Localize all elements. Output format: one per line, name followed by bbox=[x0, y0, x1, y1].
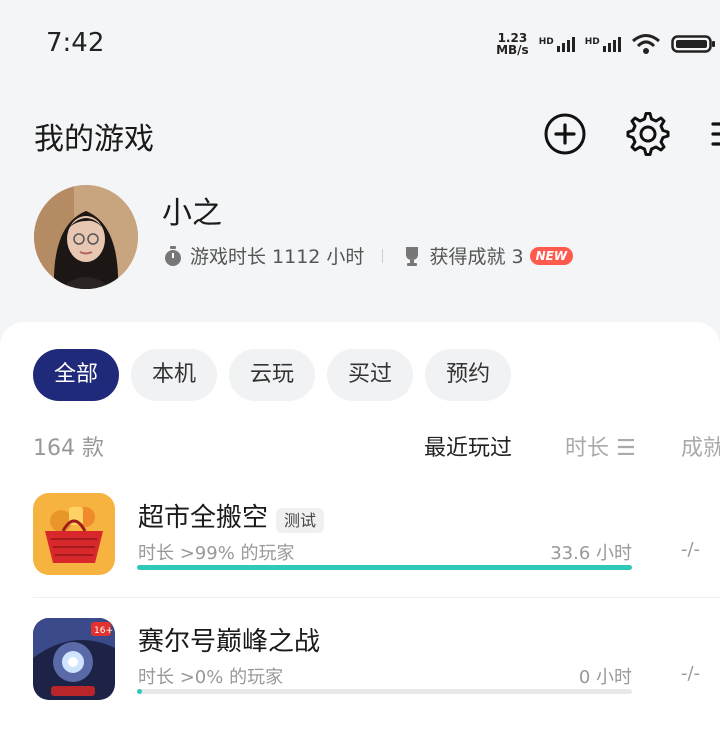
game-hours: 0 小时 bbox=[578, 667, 632, 688]
game-achievement: -/- bbox=[681, 663, 701, 684]
user-photo-icon bbox=[34, 185, 138, 289]
playtime-label: 游戏时长 1112 小时 bbox=[190, 246, 365, 268]
filter-tabs: 全部 本机 云玩 买过 预约 bbox=[33, 349, 512, 401]
shopping-basket-icon bbox=[33, 493, 115, 575]
page-title: 我的游戏 bbox=[34, 122, 154, 157]
tab-all[interactable]: 全部 bbox=[33, 349, 120, 401]
sort-achievement[interactable]: 成就 bbox=[681, 430, 720, 462]
menu-button[interactable] bbox=[705, 112, 720, 156]
playtime-progress-fill bbox=[137, 689, 142, 694]
game-name: 超市全搬空 bbox=[138, 503, 269, 533]
game-name: 赛尔号巅峰之战 bbox=[138, 627, 321, 657]
game-subtitle: 时长 >99% 的玩家 bbox=[138, 543, 295, 564]
gear-icon bbox=[626, 112, 670, 156]
playtime-progress-fill bbox=[137, 565, 632, 570]
signal-icon-1: HD bbox=[538, 36, 575, 52]
tab-local[interactable]: 本机 bbox=[131, 349, 218, 401]
achievements-label[interactable]: 获得成就 3 bbox=[429, 242, 523, 269]
game-achievement: -/- bbox=[681, 539, 701, 560]
tab-reserved[interactable]: 预约 bbox=[425, 349, 512, 401]
row-divider bbox=[33, 597, 720, 598]
avatar[interactable] bbox=[34, 185, 138, 289]
tab-cloud[interactable]: 云玩 bbox=[229, 349, 316, 401]
game-hours: 33.6 小时 bbox=[550, 543, 632, 564]
new-badge: NEW bbox=[529, 246, 574, 265]
svg-text:16+: 16+ bbox=[94, 626, 113, 636]
signal-icon-2: HD bbox=[584, 36, 621, 52]
battery-icon bbox=[670, 35, 715, 53]
hd-label: HD bbox=[538, 36, 554, 47]
robot-game-icon: 16+ bbox=[33, 618, 115, 700]
test-badge: 测试 bbox=[276, 507, 325, 533]
game-subtitle: 时长 >0% 的玩家 bbox=[138, 667, 284, 688]
status-time: 7:42 bbox=[46, 28, 105, 58]
tab-purchased[interactable]: 买过 bbox=[327, 349, 414, 401]
menu-icon bbox=[711, 122, 720, 146]
stopwatch-icon bbox=[165, 245, 181, 266]
sort-recent[interactable]: 最近玩过 bbox=[424, 430, 512, 462]
add-button[interactable] bbox=[543, 112, 587, 156]
add-icon bbox=[544, 113, 586, 155]
wifi-icon bbox=[631, 34, 660, 54]
game-count: 164 款 bbox=[33, 436, 104, 461]
game-icon[interactable]: 16+ bbox=[33, 618, 115, 700]
game-title[interactable]: 赛尔号巅峰之战 bbox=[138, 621, 320, 658]
network-speed: 1.23 MB/s bbox=[496, 32, 529, 56]
playtime-progress bbox=[137, 565, 632, 570]
playtime-progress bbox=[137, 689, 632, 694]
profile-stats: 游戏时长 1112 小时 获得成就 3 NEW bbox=[162, 242, 574, 269]
sort-duration[interactable]: 时长 ☰ bbox=[565, 430, 636, 462]
username: 小之 bbox=[162, 196, 222, 231]
settings-button[interactable] bbox=[626, 112, 670, 156]
divider bbox=[382, 248, 384, 263]
trophy-icon bbox=[406, 246, 419, 266]
network-speed-unit: MB/s bbox=[496, 43, 529, 57]
game-title[interactable]: 超市全搬空 测试 bbox=[138, 497, 325, 534]
game-icon[interactable] bbox=[33, 493, 115, 575]
status-icons: 1.23 MB/s HD HD 9 bbox=[496, 30, 720, 58]
hd-label: HD bbox=[584, 36, 600, 47]
